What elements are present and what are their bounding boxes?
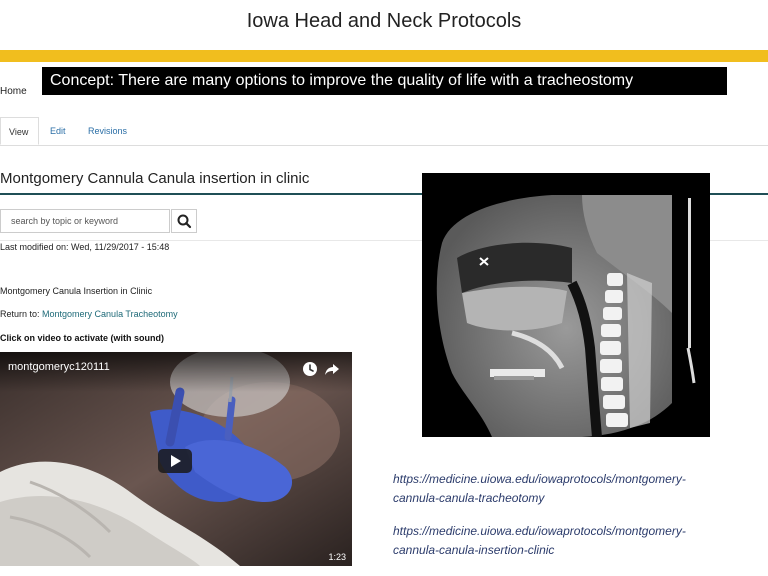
last-modified: Last modified on: Wed, 11/29/2017 - 15:4… — [0, 242, 170, 252]
page-title: Montgomery Cannula Canula insertion in c… — [0, 170, 310, 187]
url-tracheotomy-line2[interactable]: cannula-canula-tracheotomy — [393, 489, 763, 508]
url-insertion-clinic[interactable]: https://medicine.uiowa.edu/iowaprotocols… — [393, 522, 763, 560]
return-to-label: Return to: — [0, 309, 43, 319]
share-icon[interactable] — [324, 361, 340, 377]
return-to: Return to: Montgomery Canula Tracheotomy — [0, 309, 178, 319]
slide-title: Iowa Head and Neck Protocols — [246, 10, 522, 32]
breadcrumb-home[interactable]: Home — [0, 86, 27, 97]
clock-icon[interactable] — [302, 361, 318, 377]
video-player[interactable]: montgomeryc120111 1:23 — [0, 352, 352, 566]
video-duration: 1:23 — [328, 552, 346, 562]
search-button[interactable] — [171, 209, 197, 233]
url-insertion-clinic-line1[interactable]: https://medicine.uiowa.edu/iowaprotocols… — [393, 522, 763, 541]
content-subtitle: Montgomery Canula Insertion in Clinic — [0, 286, 153, 296]
video-instructions: Click on video to activate (with sound) — [0, 333, 165, 343]
tab-view[interactable]: View — [0, 117, 39, 145]
tab-edit[interactable]: Edit — [50, 117, 66, 145]
ct-scan-image — [422, 173, 710, 437]
ct-scan-illustration — [422, 173, 710, 437]
url-tracheotomy[interactable]: https://medicine.uiowa.edu/iowaprotocols… — [393, 470, 763, 508]
gold-banner-bar — [0, 50, 768, 62]
search-icon — [177, 214, 192, 229]
page-tabs: View Edit Revisions — [0, 117, 768, 146]
url-tracheotomy-line1[interactable]: https://medicine.uiowa.edu/iowaprotocols… — [393, 470, 763, 489]
return-to-link[interactable]: Montgomery Canula Tracheotomy — [42, 309, 178, 319]
search-input[interactable]: search by topic or keyword — [0, 209, 170, 233]
video-title[interactable]: montgomeryc120111 — [8, 361, 110, 373]
tab-revisions[interactable]: Revisions — [88, 117, 127, 145]
play-icon[interactable] — [158, 449, 192, 473]
concept-caption: Concept: There are many options to impro… — [42, 67, 727, 95]
url-insertion-clinic-line2[interactable]: cannula-canula-insertion-clinic — [393, 541, 763, 560]
